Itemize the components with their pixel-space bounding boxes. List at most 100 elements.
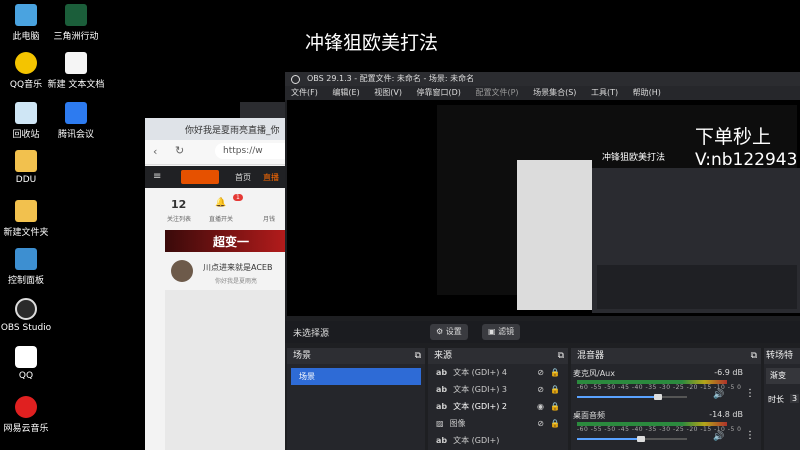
more-options-icon[interactable]: ⋮ xyxy=(745,388,755,399)
stats-label2[interactable]: 直播开关 xyxy=(209,214,233,223)
stats-label3[interactable]: 月钱 xyxy=(263,214,275,223)
browser-address-bar: ‹ ↻ https://w xyxy=(145,140,303,165)
desktop-icon-label: 控制面板 xyxy=(7,276,44,286)
volume-slider[interactable] xyxy=(577,436,727,442)
transitions-header: 转场特 xyxy=(764,348,800,364)
volume-slider[interactable] xyxy=(577,394,727,400)
browser-tab-bar: 你好我是夏雨亮直播_你 xyxy=(145,118,290,140)
menu-scene-collection[interactable]: 场景集合(S) xyxy=(533,88,576,97)
content-area xyxy=(165,290,290,450)
text-document-icon[interactable]: 新建 文本文档 xyxy=(46,52,106,90)
menu-edit[interactable]: 编辑(E) xyxy=(332,88,359,97)
source-item[interactable]: ab 文本 (GDI+) 2 ◉ 🔒 xyxy=(428,398,568,415)
visibility-hidden-icon[interactable]: ⊘ xyxy=(537,381,544,398)
duration-label: 时长 xyxy=(768,395,784,404)
sources-dock: 来源 ⧉ ab 文本 (GDI+) 4 ⊘ 🔒 ab 文本 (GDI+) 3 ⊘ 🔒 ab 文… xyxy=(428,348,568,450)
browser-tab-title[interactable]: 你好我是夏雨亮直播_你 xyxy=(185,123,280,136)
mixer-channel-desktop: 桌面音频 -14.8 dB -60 -55 -50 -45 -40 -35 -3… xyxy=(571,408,761,448)
source-item[interactable]: ab 文本 (GDI+) xyxy=(428,432,568,449)
menu-file[interactable]: 文件(F) xyxy=(291,88,318,97)
avatar[interactable] xyxy=(171,260,193,282)
scenes-header: 场景 ⧉ xyxy=(287,348,425,364)
folder-icon[interactable]: 新建文件夹 xyxy=(0,200,56,238)
filter-icon: ▣ xyxy=(488,327,499,336)
netease-music-icon[interactable]: 网易云音乐 xyxy=(0,396,56,434)
channel-name: 麦克风/Aux xyxy=(573,369,615,378)
source-label: 图像 xyxy=(449,419,466,428)
promo-banner[interactable]: 超变一 xyxy=(165,230,290,252)
more-options-icon[interactable]: ⋮ xyxy=(745,430,755,441)
scene-item[interactable]: 场景 xyxy=(291,368,421,385)
lock-icon[interactable]: 🔒 xyxy=(550,381,560,398)
sources-title: 来源 xyxy=(434,351,453,361)
lock-icon[interactable]: 🔒 xyxy=(550,415,560,432)
control-panel-icon[interactable]: 控制面板 xyxy=(0,248,56,286)
undock-icon[interactable]: ⧉ xyxy=(558,348,564,364)
source-item[interactable]: ab 文本 (GDI+) 4 ⊘ 🔒 xyxy=(428,364,568,381)
settings-label: 设置 xyxy=(445,327,462,336)
refresh-icon[interactable]: ↻ xyxy=(175,144,184,157)
preview-overlay-title: 冲锋狙欧美打法 xyxy=(602,153,666,163)
desktop-icon-label: 新建文件夹 xyxy=(3,228,49,238)
image-source-icon: ▨ xyxy=(436,419,444,428)
stats-number: 12 xyxy=(171,198,187,211)
site-navbar: ≡ 首页 直播 xyxy=(145,166,290,188)
stats-label[interactable]: 关注列表 xyxy=(167,214,191,223)
bell-icon[interactable]: 🔔 xyxy=(215,198,226,208)
undock-icon[interactable]: ⧉ xyxy=(751,348,757,364)
menu-help[interactable]: 帮助(H) xyxy=(633,88,661,97)
undock-icon[interactable]: ⧉ xyxy=(415,348,421,364)
visibility-icon[interactable]: ◉ xyxy=(537,398,544,415)
duration-input[interactable]: 3 xyxy=(790,394,800,403)
text-source-icon: ab xyxy=(436,385,448,394)
menu-profile[interactable]: 配置文件(P) xyxy=(475,88,518,97)
source-item[interactable]: ▨ 图像 ⊘ 🔒 xyxy=(428,415,568,432)
source-label: 文本 (GDI+) 4 xyxy=(453,368,507,377)
lock-icon[interactable]: 🔒 xyxy=(550,398,560,415)
game-delta-icon[interactable]: 三角洲行动 xyxy=(46,4,106,42)
desktop-icon-label: DDU xyxy=(15,175,37,185)
scenes-dock: 场景 ⧉ 场景 xyxy=(287,348,425,450)
desktop-icon-label: 三角洲行动 xyxy=(53,32,99,42)
filters-button[interactable]: ▣ 滤镜 xyxy=(482,324,521,340)
text-source-icon: ab xyxy=(436,402,448,411)
folder-icon[interactable]: DDU xyxy=(0,150,56,185)
nav-home[interactable]: 首页 xyxy=(235,172,251,183)
nav-live[interactable]: 直播 xyxy=(263,172,279,183)
speaker-icon[interactable]: 🔊 xyxy=(713,390,724,400)
menu-tools[interactable]: 工具(T) xyxy=(591,88,618,97)
back-icon[interactable]: ‹ xyxy=(153,145,157,158)
settings-button[interactable]: ⚙ 设置 xyxy=(430,324,468,340)
source-label: 文本 (GDI+) 3 xyxy=(453,385,507,394)
tencent-meeting-icon[interactable]: 腾讯会议 xyxy=(46,102,106,140)
overlay-right-1: 下单秒上 xyxy=(695,126,772,148)
background-window-titlebar xyxy=(240,102,290,118)
channel-db: -6.9 dB xyxy=(714,368,743,377)
obs-window: OBS 29.1.3 - 配置文件: 未命名 - 场景: 未命名 文件(F) 编… xyxy=(285,72,800,450)
post-meta: 你好我是夏雨亮 xyxy=(215,278,258,285)
banner-text: 超变一 xyxy=(213,235,250,249)
menu-icon[interactable]: ≡ xyxy=(153,171,161,182)
qq-icon[interactable]: QQ xyxy=(0,346,56,381)
speaker-icon[interactable]: 🔊 xyxy=(713,432,724,442)
menu-docks[interactable]: 停靠窗口(D) xyxy=(417,88,461,97)
visibility-hidden-icon[interactable]: ⊘ xyxy=(537,364,544,381)
preview-obs-docks xyxy=(597,265,797,309)
mixer-title: 混音器 xyxy=(577,351,605,361)
visibility-hidden-icon[interactable]: ⊘ xyxy=(537,415,544,432)
text-source-icon: ab xyxy=(436,368,448,377)
obs-menubar: 文件(F) 编辑(E) 视图(V) 停靠窗口(D) 配置文件(P) 场景集合(S… xyxy=(285,86,800,100)
mixer-dock: 混音器 ⧉ 麦克风/Aux -6.9 dB -60 -55 -50 -45 -4… xyxy=(571,348,761,450)
obs-studio-icon[interactable]: OBS Studio xyxy=(0,298,56,333)
lock-icon[interactable]: 🔒 xyxy=(550,364,560,381)
post-title[interactable]: 川点进来就是ACEB xyxy=(203,262,272,273)
overlay-title: 冲锋狙欧美打法 xyxy=(305,32,439,54)
filters-label: 滤镜 xyxy=(498,327,515,336)
transition-select[interactable]: 渐变 xyxy=(766,368,800,384)
browser-window: 你好我是夏雨亮直播_你 ‹ ↻ https://w ≡ 首页 直播 12 关注列… xyxy=(145,118,303,450)
source-item[interactable]: ab 文本 (GDI+) 3 ⊘ 🔒 xyxy=(428,381,568,398)
desktop-icon-label: 网易云音乐 xyxy=(3,424,49,434)
menu-view[interactable]: 视图(V) xyxy=(374,88,402,97)
scenes-title: 场景 xyxy=(293,351,312,361)
preview-browser-capture xyxy=(517,160,592,310)
